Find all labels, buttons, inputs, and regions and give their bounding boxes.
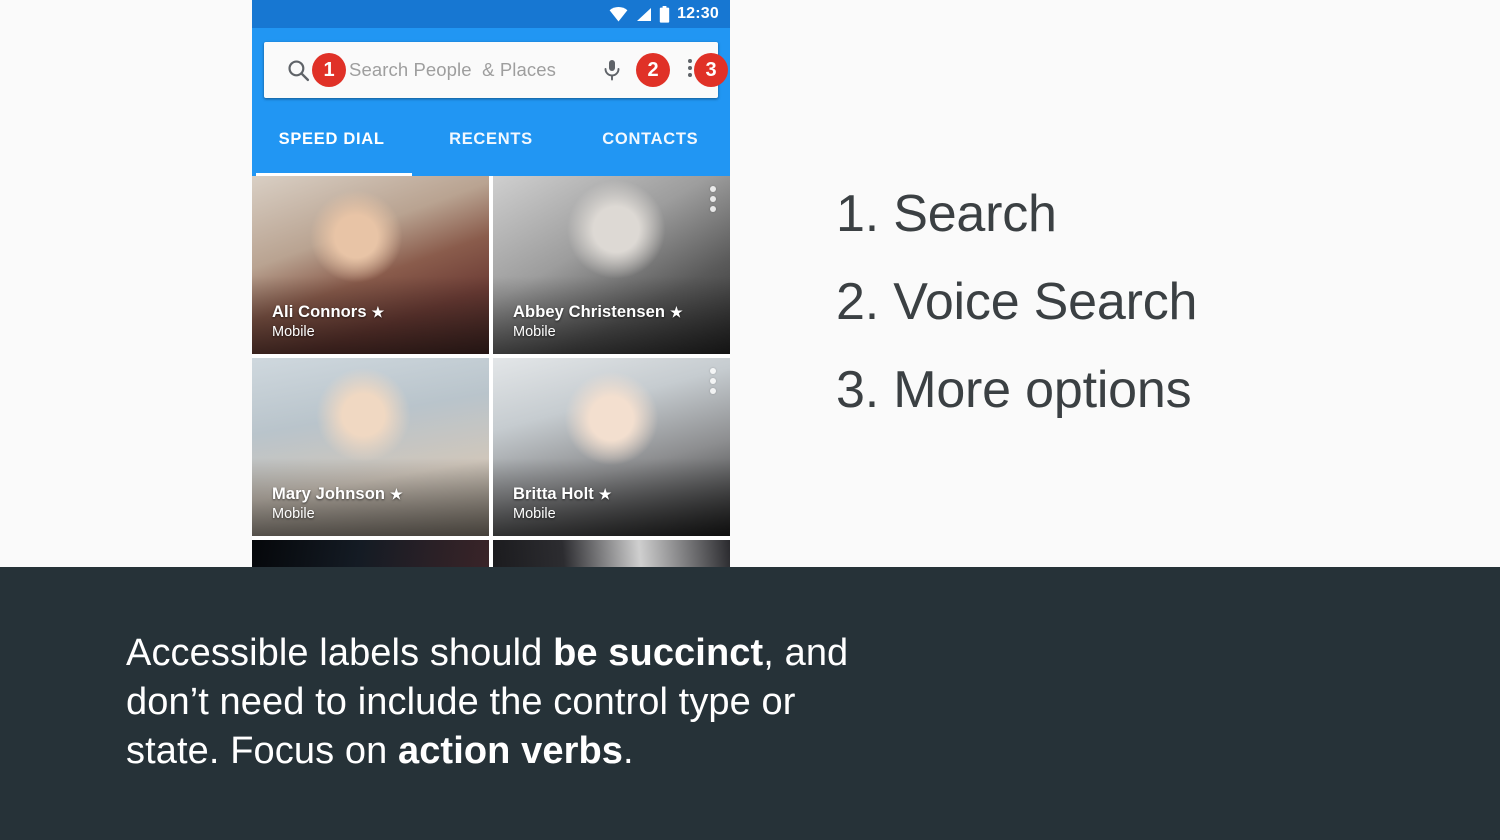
callout-badge-1: 1 bbox=[312, 53, 346, 87]
status-bar-clock: 12:30 bbox=[677, 5, 719, 22]
tab-recents[interactable]: RECENTS bbox=[411, 116, 570, 176]
contact-card-partial-left[interactable] bbox=[252, 540, 489, 567]
contact-name-row: Britta Holt ★ bbox=[513, 484, 612, 505]
legend-item-2: 2. Voice Search bbox=[836, 273, 1198, 331]
contact-name: Abbey Christensen bbox=[513, 302, 666, 321]
contact-card-partial-right[interactable] bbox=[493, 540, 730, 567]
contact-card-ali-connors[interactable]: Ali Connors ★ Mobile bbox=[252, 176, 489, 354]
caption-text: Accessible labels should be succinct, an… bbox=[126, 629, 986, 776]
caption-line2: don’t need to include the control type o… bbox=[126, 681, 796, 723]
caption-line3-c: . bbox=[623, 730, 634, 772]
contact-card-text: Mary Johnson ★ Mobile bbox=[272, 484, 403, 524]
wifi-icon bbox=[609, 6, 628, 21]
caption-line3-a: state. Focus on bbox=[126, 730, 398, 772]
star-icon: ★ bbox=[598, 485, 612, 502]
phone-mockup: 12:30 Search People & Places 1 2 3 SPEED… bbox=[252, 0, 730, 567]
search-field[interactable]: Search People & Places 1 2 3 bbox=[264, 42, 728, 98]
callout-badge-2: 2 bbox=[636, 53, 670, 87]
contact-card-mary-johnson[interactable]: Mary Johnson ★ Mobile bbox=[252, 358, 489, 536]
contact-photo bbox=[252, 540, 489, 567]
cellular-signal-icon bbox=[637, 7, 652, 21]
card-more-vert-icon[interactable] bbox=[710, 368, 716, 394]
contact-card-text: Britta Holt ★ Mobile bbox=[513, 484, 612, 524]
star-icon: ★ bbox=[390, 485, 403, 502]
callout-badge-3: 3 bbox=[694, 53, 728, 87]
legend-item-3: 3. More options bbox=[836, 361, 1192, 419]
battery-icon bbox=[659, 5, 670, 23]
contact-name: Mary Johnson bbox=[272, 484, 386, 503]
contact-subtitle: Mobile bbox=[513, 506, 556, 523]
contact-name-row: Abbey Christensen ★ bbox=[513, 302, 683, 323]
status-bar: 12:30 bbox=[252, 0, 730, 28]
caption-band: Accessible labels should be succinct, an… bbox=[0, 567, 1500, 840]
caption-emphasis-succinct: be succinct bbox=[553, 632, 764, 674]
voice-search-button[interactable] bbox=[600, 58, 624, 87]
app-bar: Search People & Places 1 2 3 bbox=[252, 28, 730, 116]
caption-emphasis-action-verbs: action verbs bbox=[397, 730, 624, 772]
contact-card-abbey-christensen[interactable]: Abbey Christensen ★ Mobile bbox=[493, 176, 730, 354]
tab-contacts[interactable]: CONTACTS bbox=[571, 116, 730, 176]
more-vert-icon[interactable] bbox=[688, 59, 692, 77]
contact-subtitle: Mobile bbox=[272, 506, 315, 523]
search-icon[interactable] bbox=[286, 58, 311, 83]
legend-item-1: 1. Search bbox=[836, 185, 1057, 243]
contact-card-text: Ali Connors ★ Mobile bbox=[272, 302, 384, 342]
caption-line1-a: Accessible labels should bbox=[126, 632, 554, 674]
contact-card-text: Abbey Christensen ★ Mobile bbox=[513, 302, 683, 342]
contact-name-row: Mary Johnson ★ bbox=[272, 484, 403, 505]
contact-photo bbox=[493, 540, 730, 567]
contact-name: Britta Holt bbox=[513, 484, 594, 503]
contact-name-row: Ali Connors ★ bbox=[272, 302, 384, 323]
caption-line1-c: , and bbox=[763, 632, 849, 674]
more-options-button[interactable] bbox=[688, 59, 692, 77]
star-icon: ★ bbox=[371, 303, 385, 320]
speed-dial-grid: Ali Connors ★ Mobile Abbey Christensen ★… bbox=[252, 176, 730, 567]
star-icon: ★ bbox=[670, 303, 683, 320]
microphone-icon[interactable] bbox=[600, 58, 624, 82]
tab-bar: SPEED DIAL RECENTS CONTACTS bbox=[252, 116, 730, 176]
contact-subtitle: Mobile bbox=[513, 324, 556, 341]
tab-speed-dial[interactable]: SPEED DIAL bbox=[252, 116, 411, 176]
contact-subtitle: Mobile bbox=[272, 324, 315, 341]
card-more-vert-icon[interactable] bbox=[710, 186, 716, 212]
callout-legend: 1. Search 2. Voice Search 3. More option… bbox=[836, 170, 1436, 434]
contact-name: Ali Connors bbox=[272, 302, 367, 321]
contact-card-britta-holt[interactable]: Britta Holt ★ Mobile bbox=[493, 358, 730, 536]
